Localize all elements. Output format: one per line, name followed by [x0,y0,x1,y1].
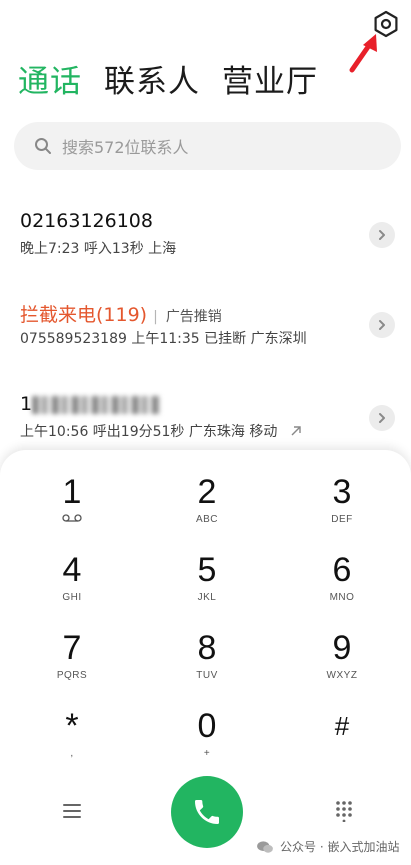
key-3[interactable]: 3 DEF [292,472,392,542]
key-letters: WXYZ [326,670,358,681]
key-6[interactable]: 6 MNO [292,550,392,620]
blocked-call-label: 拦截来电(119) [20,304,148,326]
key-letters: + [203,748,211,759]
key-letters: GHI [62,592,82,603]
key-digit: 2 [197,473,217,511]
key-digit: 0 [197,707,217,745]
key-7[interactable]: 7 PQRS [22,628,122,698]
call-title: 1 [20,393,161,415]
key-digit: 1 [62,473,82,511]
tab-calls[interactable]: 通话 [18,62,82,102]
call-log-row[interactable]: 02163126108 晚上7:23 呼入13秒 上海 [0,210,411,280]
outgoing-call-icon [291,426,301,436]
key-9[interactable]: 9 WXYZ [292,628,392,698]
wechat-icon [257,840,273,853]
call-log-row[interactable]: 拦截来电(119) | 广告推销 075589523189 上午11:35 已挂断 … [0,300,411,370]
tab-contacts[interactable]: 联系人 [104,62,200,102]
call-number-visible: 1 [20,393,33,415]
key-0[interactable]: 0 + [157,706,257,776]
watermark-text: 公众号 · 嵌入式加油站 [280,840,400,854]
redacted-number [32,395,161,414]
call-button[interactable] [171,776,243,848]
key-4[interactable]: 4 GHI [22,550,122,620]
key-star[interactable]: * , [22,706,122,776]
key-digit: 9 [332,629,352,667]
call-detail: 上午10:56 呼出19分51秒 广东珠海 移动 [20,421,302,441]
key-digit: 7 [62,629,82,667]
chevron-right-icon[interactable] [369,222,395,248]
key-digit: 5 [197,551,217,589]
menu-icon[interactable] [62,802,82,820]
key-1[interactable]: 1 [22,472,122,542]
key-letters: PQRS [56,670,88,681]
call-title: 拦截来电(119) | 广告推销 [20,300,222,327]
key-letters: ABC [195,514,219,525]
key-digit: 4 [62,551,82,589]
search-icon [35,138,51,154]
key-5[interactable]: 5 JKL [157,550,257,620]
key-8[interactable]: 8 TUV [157,628,257,698]
chevron-right-icon[interactable] [369,312,395,338]
dialpad-grid-icon[interactable] [335,800,353,823]
divider: | [153,309,158,325]
key-digit: 8 [197,629,217,667]
search-bar[interactable]: 搜索572位联系人 [14,122,401,170]
call-detail-text: 上午10:56 呼出19分51秒 广东珠海 移动 [20,424,278,440]
search-input[interactable]: 搜索572位联系人 [62,134,189,158]
key-letters: DEF [331,514,353,525]
key-hash[interactable]: # [292,706,392,776]
key-letters: TUV [196,670,218,681]
key-digit: * [65,707,79,745]
tab-service-hall[interactable]: 营业厅 [222,62,318,102]
call-tag: 广告推销 [165,309,222,325]
watermark: 公众号 · 嵌入式加油站 [256,838,399,855]
call-detail: 075589523189 上午11:35 已挂断 广东深圳 [20,331,307,347]
call-title: 02163126108 [20,210,153,232]
key-2[interactable]: 2 ABC [157,472,257,542]
voicemail-icon [22,514,122,525]
chevron-right-icon[interactable] [369,405,395,431]
call-detail: 晚上7:23 呼入13秒 上海 [20,241,177,257]
key-letters: , [70,748,74,759]
key-letters: MNO [329,592,355,603]
phone-icon [195,800,219,824]
key-digit: 6 [332,551,352,589]
key-digit: # [334,711,350,741]
key-digit: 3 [332,473,352,511]
top-tabs: 通话 联系人 营业厅 [18,62,318,102]
key-letters: JKL [197,592,217,603]
annotation-arrow [346,30,382,76]
